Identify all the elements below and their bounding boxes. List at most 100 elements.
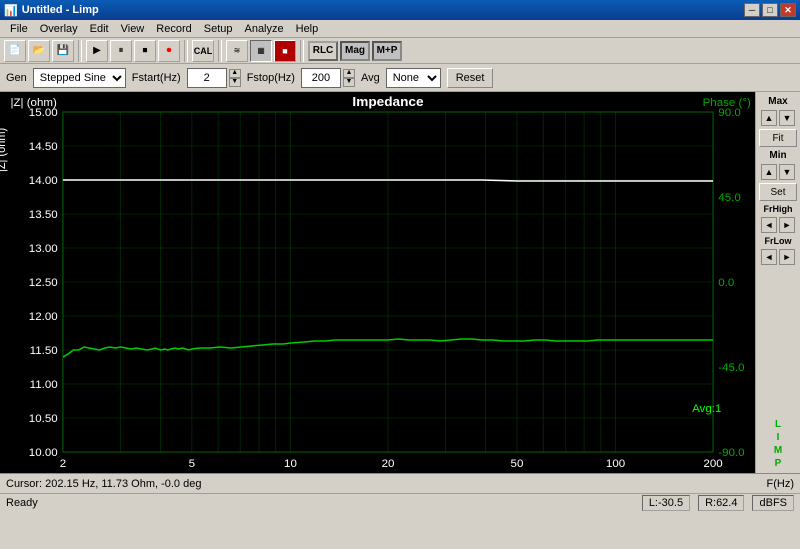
avg-select[interactable]: None [386,68,441,88]
gen-label: Gen [6,72,27,84]
limp-legend: L I M P [774,399,782,469]
fstop-up[interactable]: ▲ [343,69,355,78]
frlow-right-button[interactable]: ► [779,249,795,265]
status-right: L:-30.5 R:62.4 dBFS [642,495,794,511]
svg-text:|Z| (ohm): |Z| (ohm) [10,97,57,109]
toolbar1: 📄 📂 💾 ▶ ⏸ ⏹ ⏺ CAL ≋ ▦ ■ RLC Mag M+P [0,38,800,64]
mag-button[interactable]: Mag [340,41,370,61]
min-arrows[interactable]: ▲ ▼ [761,164,795,180]
separator4 [300,40,304,62]
dbfs-label: dBFS [752,495,794,511]
set-button[interactable]: Set [759,183,797,201]
frhigh-arrows[interactable]: ◄ ► [761,217,795,233]
pause-button[interactable]: ⏸ [110,40,132,62]
gen-toolbar: Gen Stepped Sine Fstart(Hz) ▲ ▼ Fstop(Hz… [0,64,800,92]
new-button[interactable]: 📄 [4,40,26,62]
statusbar: Ready L:-30.5 R:62.4 dBFS [0,493,800,511]
frhigh-left-button[interactable]: ◄ [761,217,777,233]
menu-record[interactable]: Record [150,22,197,36]
svg-text:90.0: 90.0 [718,107,740,119]
fstop-down[interactable]: ▼ [343,78,355,87]
main-area: 15.00 14.50 14.00 13.50 13.00 12.50 12.0… [0,92,800,473]
menubar: File Overlay Edit View Record Setup Anal… [0,20,800,38]
svg-text:11.50: 11.50 [30,345,58,357]
minimize-button[interactable]: ─ [744,3,760,17]
svg-text:Avg:1: Avg:1 [692,403,721,415]
infobar: Cursor: 202.15 Hz, 11.73 Ohm, -0.0 deg F… [0,473,800,493]
max-up-button[interactable]: ▲ [761,110,777,126]
svg-text:20: 20 [382,458,395,470]
fit-button[interactable]: Fit [759,129,797,147]
r-value: R:62.4 [698,495,744,511]
fstart-spinner[interactable]: ▲ ▼ [229,69,241,87]
svg-text:14.50: 14.50 [29,141,58,153]
separator3 [218,40,222,62]
menu-file[interactable]: File [4,22,34,36]
save-button[interactable]: 💾 [52,40,74,62]
svg-text:Impedance: Impedance [352,94,423,109]
rlc-button[interactable]: RLC [308,41,338,61]
frlow-left-button[interactable]: ◄ [761,249,777,265]
svg-text:50: 50 [511,458,524,470]
svg-text:12.50: 12.50 [29,277,58,289]
frhigh-right-button[interactable]: ► [779,217,795,233]
fstart-up[interactable]: ▲ [229,69,241,78]
svg-text:Phase (°): Phase (°) [703,97,751,109]
fstart-group: ▲ ▼ [187,68,241,88]
mp-button[interactable]: M+P [372,41,402,61]
min-label: Min [769,150,786,161]
svg-text:|Z| (ohm): |Z| (ohm) [0,128,8,172]
menu-overlay[interactable]: Overlay [34,22,84,36]
close-button[interactable]: ✕ [780,3,796,17]
menu-help[interactable]: Help [290,22,325,36]
svg-text:10.00: 10.00 [29,447,58,459]
stop-button[interactable]: ⏹ [134,40,156,62]
left-value: L:-30.5 [642,495,690,511]
max-down-button[interactable]: ▼ [779,110,795,126]
maximize-button[interactable]: □ [762,3,778,17]
fstop-input[interactable] [301,68,341,88]
svg-text:45.0: 45.0 [718,192,740,204]
svg-text:14.00: 14.00 [29,175,58,187]
avg-label: Avg [361,72,380,84]
svg-text:12.00: 12.00 [29,311,58,323]
chart-container: 15.00 14.50 14.00 13.50 13.00 12.50 12.0… [0,92,755,473]
cal-button[interactable]: CAL [192,40,214,62]
svg-text:10: 10 [284,458,297,470]
reset-button[interactable]: Reset [447,68,494,88]
wave2-button[interactable]: ▦ [250,40,272,62]
svg-text:15.00: 15.00 [29,107,58,119]
svg-text:0.0: 0.0 [718,277,734,289]
max-arrows[interactable]: ▲ ▼ [761,110,795,126]
open-button[interactable]: 📂 [28,40,50,62]
fstart-label: Fstart(Hz) [132,72,181,84]
min-up-button[interactable]: ▲ [761,164,777,180]
svg-text:10.50: 10.50 [29,413,58,425]
fstart-down[interactable]: ▼ [229,78,241,87]
max-label: Max [768,96,787,107]
svg-text:11.00: 11.00 [30,379,58,391]
gen-type-select[interactable]: Stepped Sine [33,68,126,88]
titlebar-left: 📊 Untitled - Limp [4,4,99,17]
app-icon: 📊 [4,4,18,17]
ready-status: Ready [6,497,38,509]
separator1 [78,40,82,62]
frlow-arrows[interactable]: ◄ ► [761,249,795,265]
menu-analyze[interactable]: Analyze [238,22,289,36]
fstart-input[interactable] [187,68,227,88]
wave3-button[interactable]: ■ [274,40,296,62]
record-button[interactable]: ⏺ [158,40,180,62]
fstop-group: ▲ ▼ [301,68,355,88]
titlebar-controls[interactable]: ─ □ ✕ [744,3,796,17]
fstop-spinner[interactable]: ▲ ▼ [343,69,355,87]
cursor-info: Cursor: 202.15 Hz, 11.73 Ohm, -0.0 deg [6,478,201,490]
play-button[interactable]: ▶ [86,40,108,62]
menu-setup[interactable]: Setup [198,22,239,36]
min-down-button[interactable]: ▼ [779,164,795,180]
frlow-label: FrLow [765,236,792,246]
f-label: F(Hz) [767,478,795,490]
wave1-button[interactable]: ≋ [226,40,248,62]
menu-view[interactable]: View [115,22,151,36]
menu-edit[interactable]: Edit [84,22,115,36]
svg-text:200: 200 [703,458,722,470]
